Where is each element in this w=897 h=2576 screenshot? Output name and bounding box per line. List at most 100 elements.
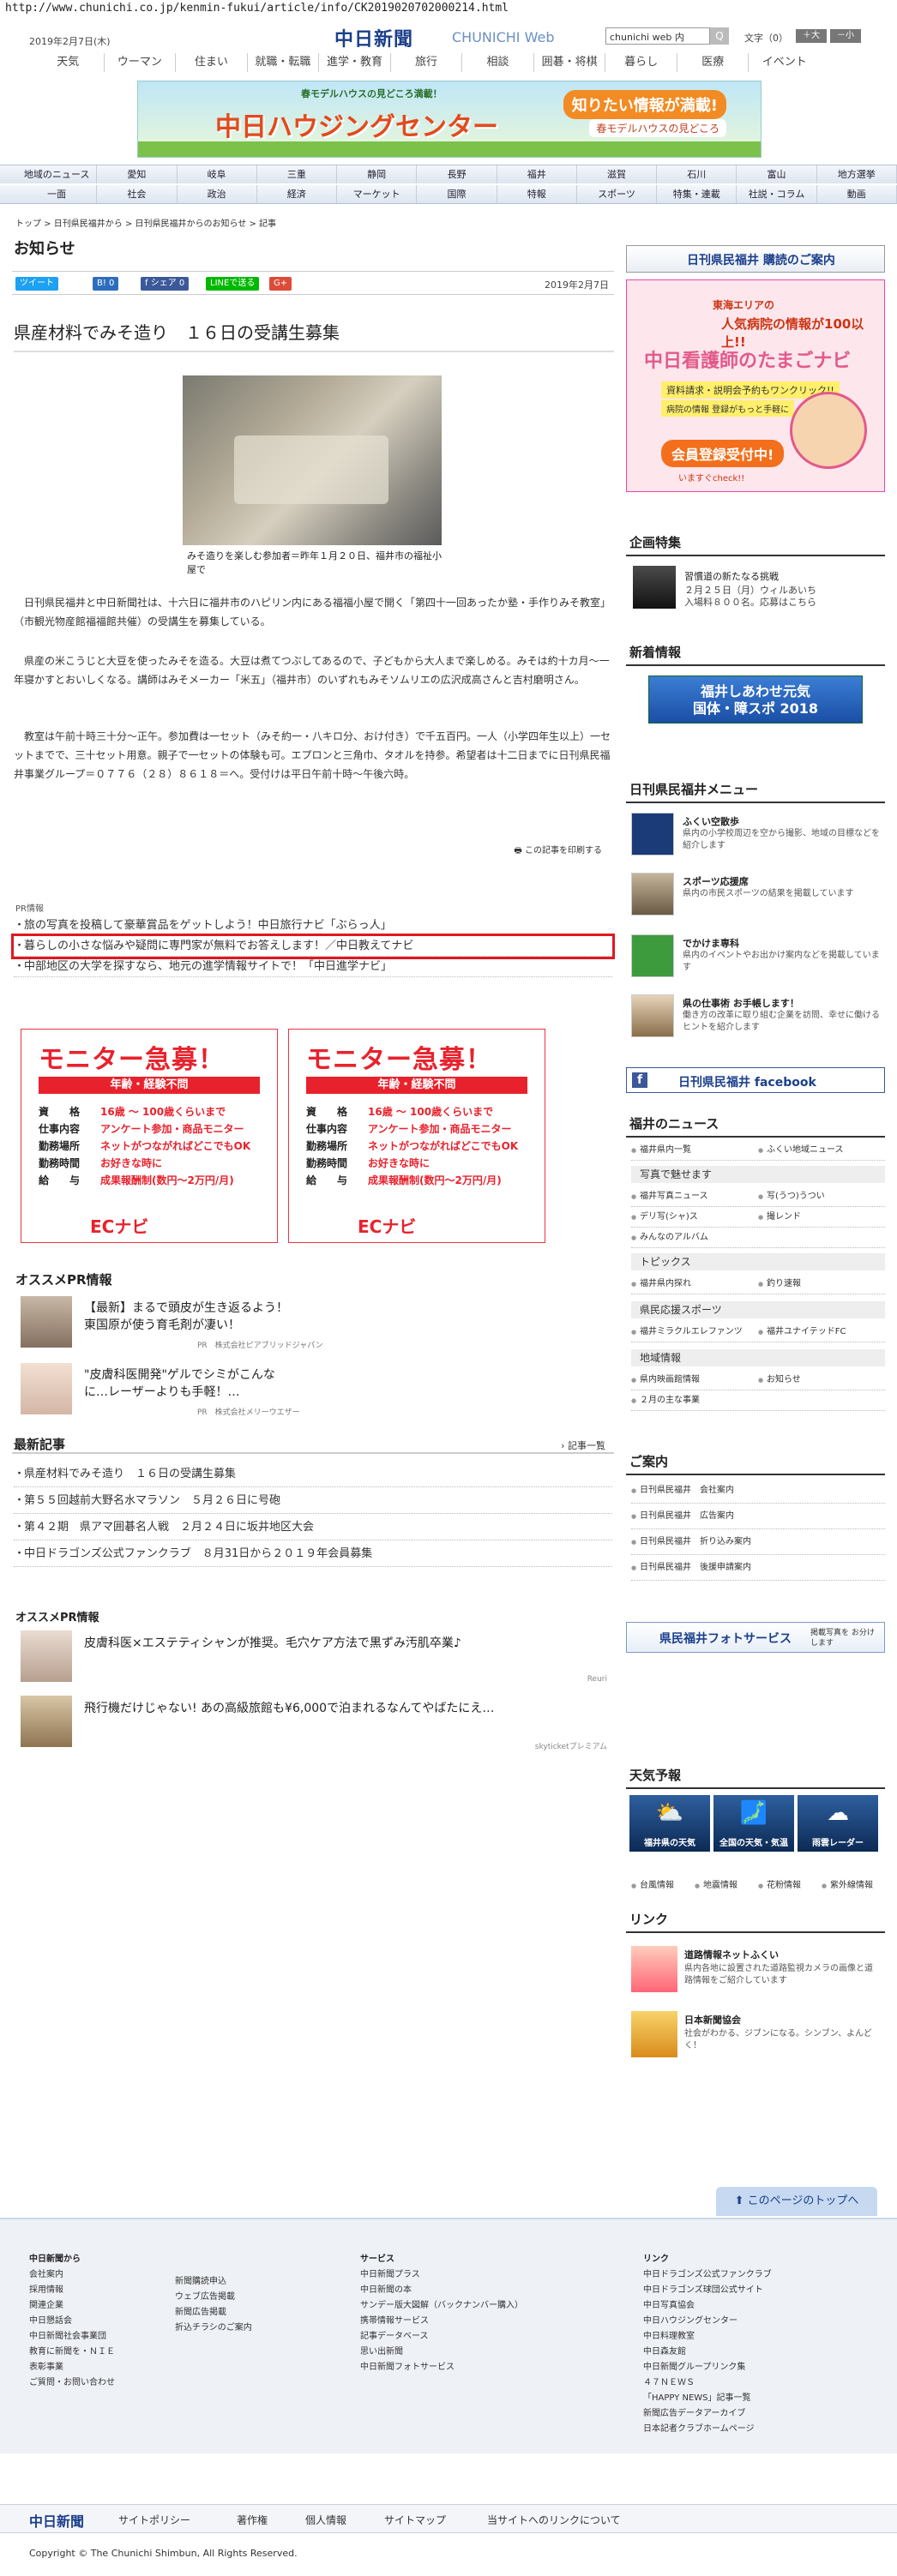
footer-bottom-link[interactable]: 当サイトへのリンクについて	[487, 2513, 621, 2527]
regnav-item[interactable]: 静岡	[337, 165, 418, 183]
feature-item[interactable]: 習慣道の新たなる挑戦 ２月２５日（月）ウィルあいち 入場料８００名。応募はこちら	[626, 566, 885, 614]
footer-bottom-link[interactable]: サイトマップ	[384, 2513, 446, 2527]
link[interactable]: 花粉情報	[758, 1877, 822, 1894]
link[interactable]: 日刊県民福井 広告案内	[631, 1504, 885, 1529]
footer-link[interactable]: 中日新聞プラス	[360, 2267, 523, 2283]
topnav-item[interactable]: 囲碁・将棋	[534, 53, 606, 72]
topnav-item[interactable]: 就職・転職	[248, 53, 320, 72]
footer-link[interactable]: 中日写真協会	[643, 2298, 772, 2314]
menu-item[interactable]: でかけま専科 県内のイベントやお出かけ案内などを掲載しています	[631, 934, 888, 979]
link[interactable]: 福井ミラクルエレファンツ	[631, 1322, 758, 1342]
regnav-item[interactable]: 岐阜	[178, 165, 257, 183]
footer-link[interactable]: 携帯情報サービス	[360, 2314, 523, 2329]
weather-tile-radar[interactable]: ☁ 雨雲レーダー	[798, 1795, 878, 1852]
topnav-item[interactable]: 進学・教育	[319, 53, 391, 72]
link[interactable]: 地震情報	[695, 1877, 758, 1894]
pr-item-highlighted[interactable]: 暮らしの小さな悩みや疑問に専門家が無料でお答えします！／中日教えてナビ	[11, 934, 615, 959]
topnav-item[interactable]: 医療	[677, 53, 750, 72]
subscribe-banner[interactable]: 日刊県民福井 購読のご案内	[626, 245, 885, 273]
footer-link[interactable]: 中日ハウジングセンター	[643, 2314, 772, 2329]
footer-link[interactable]: 中日ドラゴンズ球団公式サイト	[643, 2283, 772, 2298]
catnav-item[interactable]: 動画	[817, 185, 897, 203]
search-button[interactable]: Q	[710, 27, 729, 45]
catnav-item[interactable]: 一面	[17, 185, 98, 203]
link[interactable]: 県内映画館情報	[631, 1370, 758, 1390]
link[interactable]: みんなのアルバム	[631, 1228, 758, 1248]
topnav-item[interactable]: 天気	[33, 53, 105, 72]
hatena-button[interactable]: B! 0	[93, 277, 119, 291]
news-item[interactable]: 第５５回越前大野名水マラソン ５月２６日に号砲	[14, 1487, 612, 1514]
link[interactable]: 日刊県民福井 折り込み案内	[631, 1529, 885, 1555]
news-item[interactable]: 第４２期 県アマ囲碁名人戦 ２月２４日に坂井地区大会	[14, 1514, 612, 1540]
footer-logo[interactable]: 中日新聞	[29, 2510, 84, 2531]
regnav-item[interactable]: 三重	[257, 165, 338, 183]
latest-news-more-link[interactable]: › 記事一覧	[561, 1438, 605, 1452]
print-link[interactable]: 🖶 この記事を印刷する	[514, 843, 602, 859]
article-photo[interactable]	[183, 375, 442, 545]
line-button[interactable]: LINEで送る	[206, 277, 260, 291]
pr-item[interactable]: 中部地区の大学を探すなら、地元の進学情報サイトで！「中日進学ナビ」	[14, 957, 612, 977]
link[interactable]: 釣り速報	[758, 1274, 885, 1294]
link[interactable]: 写(うつ)うつい	[758, 1186, 885, 1207]
weather-tile-fukui[interactable]: ⛅ 福井県の天気	[629, 1795, 710, 1852]
link[interactable]: お知らせ	[758, 1370, 885, 1390]
footer-link[interactable]: 思い出新聞	[360, 2345, 523, 2360]
regnav-item[interactable]: 滋賀	[577, 165, 658, 183]
footer-link[interactable]: 新聞広告データアーカイブ	[643, 2406, 772, 2422]
link-box-pressnet[interactable]: 日本新聞協会 社会がわかる、ジブンになる。シンブン、よんどく！	[631, 2011, 885, 2063]
footer-link[interactable]: 中日森友館	[643, 2345, 772, 2360]
catnav-item[interactable]: 社説・コラム	[737, 185, 817, 203]
footer-link[interactable]: 新聞広告掲載	[175, 2305, 252, 2321]
link[interactable]: 日刊県民福井 会社案内	[631, 1478, 885, 1504]
site-logo[interactable]: 中日新聞	[334, 24, 413, 51]
link[interactable]: デリ写(シャ)ス	[631, 1207, 758, 1228]
osusume-item[interactable]: "皮膚科医開発"ゲルでシミがこんな に…レーザーよりも手軽！… PR 株式会社メリ…	[15, 1363, 599, 1418]
footer-link[interactable]: 教育に新聞を・ＮＩＥ	[29, 2345, 115, 2360]
regnav-item[interactable]: 石川	[657, 165, 737, 183]
facebook-link[interactable]: f 日刊県民福井 facebook	[626, 1067, 885, 1093]
regnav-item[interactable]: 福井	[497, 165, 577, 183]
kokutai-banner[interactable]: 福井しあわせ元気 国体・障スポ 2018	[648, 676, 863, 724]
font-small-button[interactable]: －小	[830, 29, 861, 43]
footer-link[interactable]: 中日新聞フォトサービス	[360, 2360, 523, 2375]
footer-link[interactable]: 記事データベース	[360, 2329, 523, 2345]
link[interactable]: 撮レンド	[758, 1207, 885, 1228]
monitor-ad-left[interactable]: モニター急募！ 年齢・経験不問 資 格 16歳 〜 100歳くらいまで 仕事内容 ア…	[21, 1029, 278, 1243]
monitor-ad-right[interactable]: モニター急募！ 年齢・経験不問 資 格 16歳 〜 100歳くらいまで 仕事内容 ア…	[288, 1029, 545, 1243]
menu-item[interactable]: ふくい空散歩 県内の小学校周辺を空から撮影、地域の目標などを紹介します	[631, 813, 888, 857]
footer-bottom-link[interactable]: 個人情報	[305, 2513, 346, 2527]
regnav-item[interactable]: 地域のニュース	[17, 165, 98, 183]
breadcrumb[interactable]: トップ > 日刊県民福井から > 日刊県民福井からのお知らせ > 記事	[15, 216, 276, 229]
search-input[interactable]: chunichi web 内	[605, 27, 710, 45]
footer-link[interactable]: 新聞購読申込	[175, 2274, 252, 2290]
footer-link[interactable]: 中日新聞社会事業団	[29, 2329, 115, 2345]
footer-link[interactable]: 「HAPPY NEWS」記事一覧	[643, 2391, 772, 2406]
footer-bottom-link[interactable]: サイトポリシー	[118, 2513, 190, 2527]
photo-service-banner[interactable]: 県民福井フォトサービス 掲載写真を お分けします	[626, 1622, 885, 1653]
pr2-item[interactable]: 皮膚科医×エステティシャンが推奨。毛穴ケア方法で黒ずみ汚肌卒業♪ Reuri	[15, 1630, 607, 1689]
catnav-item[interactable]: 政治	[178, 185, 257, 203]
topnav-item[interactable]: 住まい	[176, 53, 248, 72]
topnav-item[interactable]: 旅行	[391, 53, 463, 72]
page-top-button[interactable]: ⬆ このページのトップへ	[716, 2187, 877, 2216]
regnav-item[interactable]: 愛知	[97, 165, 178, 183]
footer-link[interactable]: 日本記者クラブホームページ	[643, 2422, 772, 2437]
footer-link[interactable]: 折込チラシのご案内	[175, 2321, 252, 2336]
menu-item[interactable]: 県の仕事術 お手帳します！ 働き方の改革に取り組む企業を訪問、幸せに働けるヒント…	[631, 994, 888, 1039]
footer-link[interactable]: ４７ＮＥＷＳ	[643, 2375, 772, 2391]
regnav-item[interactable]: 長野	[417, 165, 497, 183]
catnav-item[interactable]: 特報	[497, 185, 577, 203]
link[interactable]: 福井県内探れ	[631, 1274, 758, 1294]
address-bar[interactable]: http://www.chunichi.co.jp/kenmin-fukui/a…	[0, 0, 897, 19]
catnav-item[interactable]: スポーツ	[577, 185, 658, 203]
link[interactable]: 台風情報	[631, 1877, 695, 1894]
link[interactable]: ２月の主な事業	[631, 1390, 758, 1411]
footer-link[interactable]: ウェブ広告掲載	[175, 2290, 252, 2305]
topnav-item[interactable]: 暮らし	[605, 53, 677, 72]
link[interactable]: ふくい地域ニュース	[758, 1140, 885, 1161]
font-large-button[interactable]: ＋大	[796, 29, 827, 43]
regnav-item[interactable]: 地方選挙	[817, 165, 897, 183]
nurse-navi-banner[interactable]: 東海エリアの 人気病院の情報が100以上!! 中日看護師のたまごナビ 資料請求・…	[626, 279, 885, 492]
link[interactable]: 福井県内一覧	[631, 1140, 758, 1161]
footer-link[interactable]: 表彰事業	[29, 2360, 115, 2375]
